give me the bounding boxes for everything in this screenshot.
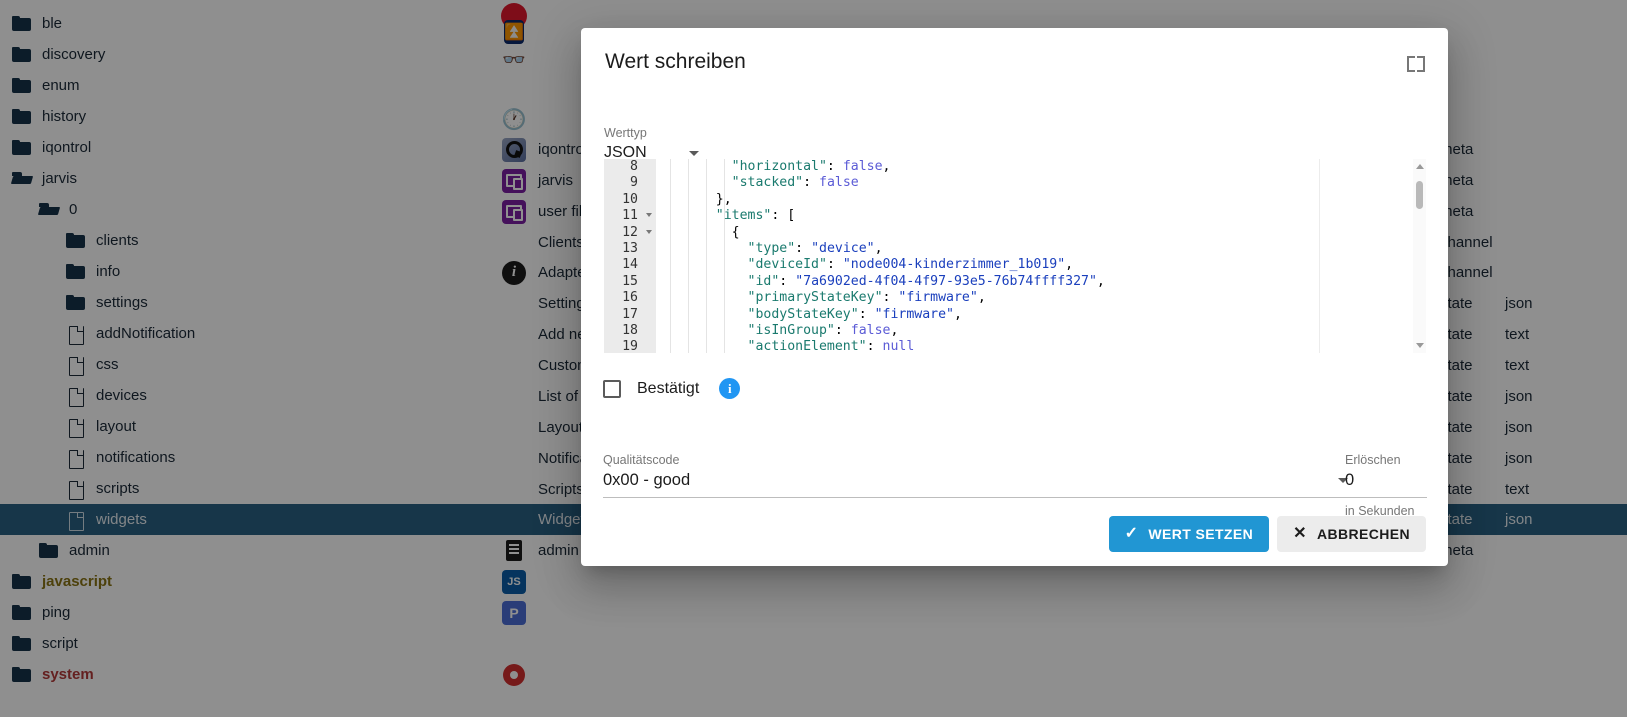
line-number: 12	[604, 225, 656, 241]
line-number: 8	[630, 159, 638, 174]
quality-code-select[interactable]: 0x00 - good	[603, 471, 1348, 498]
info-icon[interactable]: i	[719, 378, 741, 399]
fullscreen-icon[interactable]	[1402, 50, 1430, 78]
code-line: "bodyStateKey": "firmware",	[747, 306, 962, 322]
line-number: 14	[622, 257, 638, 273]
expire-label: Erlöschen	[1345, 453, 1401, 467]
chevron-down-icon	[689, 150, 699, 156]
code-line: "stacked": false	[731, 175, 859, 191]
editor-code-area[interactable]: "horizontal": false, "stacked": false },…	[656, 159, 1426, 353]
editor-scroll-up-icon[interactable]	[1416, 164, 1424, 169]
print-margin-line	[1319, 159, 1320, 353]
code-line: {	[731, 224, 740, 240]
json-code-editor[interactable]: 8 9 10 11 12 13 14 15 16 17 18 19 "horizontal": fal…	[604, 159, 1426, 353]
line-number: 15	[622, 273, 638, 289]
dialog-title: Wert schreiben	[605, 50, 746, 73]
quality-code-value: 0x00 - good	[603, 471, 691, 489]
fold-arrow-icon[interactable]	[646, 229, 652, 234]
code-line: "horizontal": false,	[731, 159, 891, 174]
set-value-button[interactable]: ✓ WERT SETZEN	[1108, 516, 1270, 552]
quality-code-field: Qualitätscode 0x00 - good	[603, 453, 1348, 498]
line-number: 17	[622, 306, 638, 322]
ack-row: Bestätigt i	[603, 378, 741, 399]
code-line: "deviceId": "node004-kinderzimmer_1b019"…	[747, 257, 1074, 273]
close-icon: ✕	[1293, 525, 1307, 542]
check-icon: ✓	[1124, 525, 1139, 542]
expire-input[interactable]: 0	[1345, 471, 1354, 489]
line-number: 16	[622, 290, 638, 306]
code-line: "type": "device",	[747, 240, 883, 256]
editor-scrollbar-thumb[interactable]	[1416, 181, 1423, 209]
code-line: "isInGroup": false,	[747, 322, 899, 338]
value-type-label: Werttyp	[604, 126, 647, 140]
set-value-label: WERT SETZEN	[1148, 526, 1254, 542]
app-root: ble discovery enum history iqontrol jarvis 0 cl…	[0, 0, 1627, 717]
code-line: "actionElement": null	[747, 339, 915, 353]
expire-field: Erlöschen 0 in Sekunden	[1345, 453, 1427, 518]
code-line: "items": [	[715, 208, 796, 224]
editor-line-gutter[interactable]: 8 9 10 11 12 13 14 15 16 17 18 19	[604, 159, 656, 353]
expire-input-wrap[interactable]: 0	[1345, 471, 1427, 498]
editor-scroll-down-icon[interactable]	[1416, 343, 1424, 348]
editor-scrollbar[interactable]	[1413, 159, 1426, 353]
dialog-actions: ✓ WERT SETZEN ✕ ABBRECHEN	[1108, 516, 1426, 552]
cancel-label: ABBRECHEN	[1316, 526, 1410, 542]
code-line: "primaryStateKey": "firmware",	[747, 290, 986, 306]
line-number: 19	[622, 339, 638, 353]
code-line: "id": "7a6902ed-4f04-4f97-93e5-76b74ffff…	[747, 273, 1105, 289]
ack-checkbox[interactable]	[603, 379, 621, 398]
line-number: 18	[622, 322, 638, 338]
code-line: },	[715, 191, 732, 207]
line-number: 11	[604, 208, 656, 224]
line-number: 13	[622, 240, 638, 256]
cancel-button[interactable]: ✕ ABBRECHEN	[1277, 516, 1426, 552]
line-number: 10	[622, 191, 638, 207]
line-number: 9	[630, 175, 638, 191]
write-value-dialog: Wert schreiben Werttyp JSON 8 9 10 11 12 13 14…	[581, 28, 1448, 566]
quality-code-label: Qualitätscode	[603, 453, 680, 467]
ack-label: Bestätigt	[637, 379, 700, 397]
fold-arrow-icon[interactable]	[646, 213, 652, 218]
